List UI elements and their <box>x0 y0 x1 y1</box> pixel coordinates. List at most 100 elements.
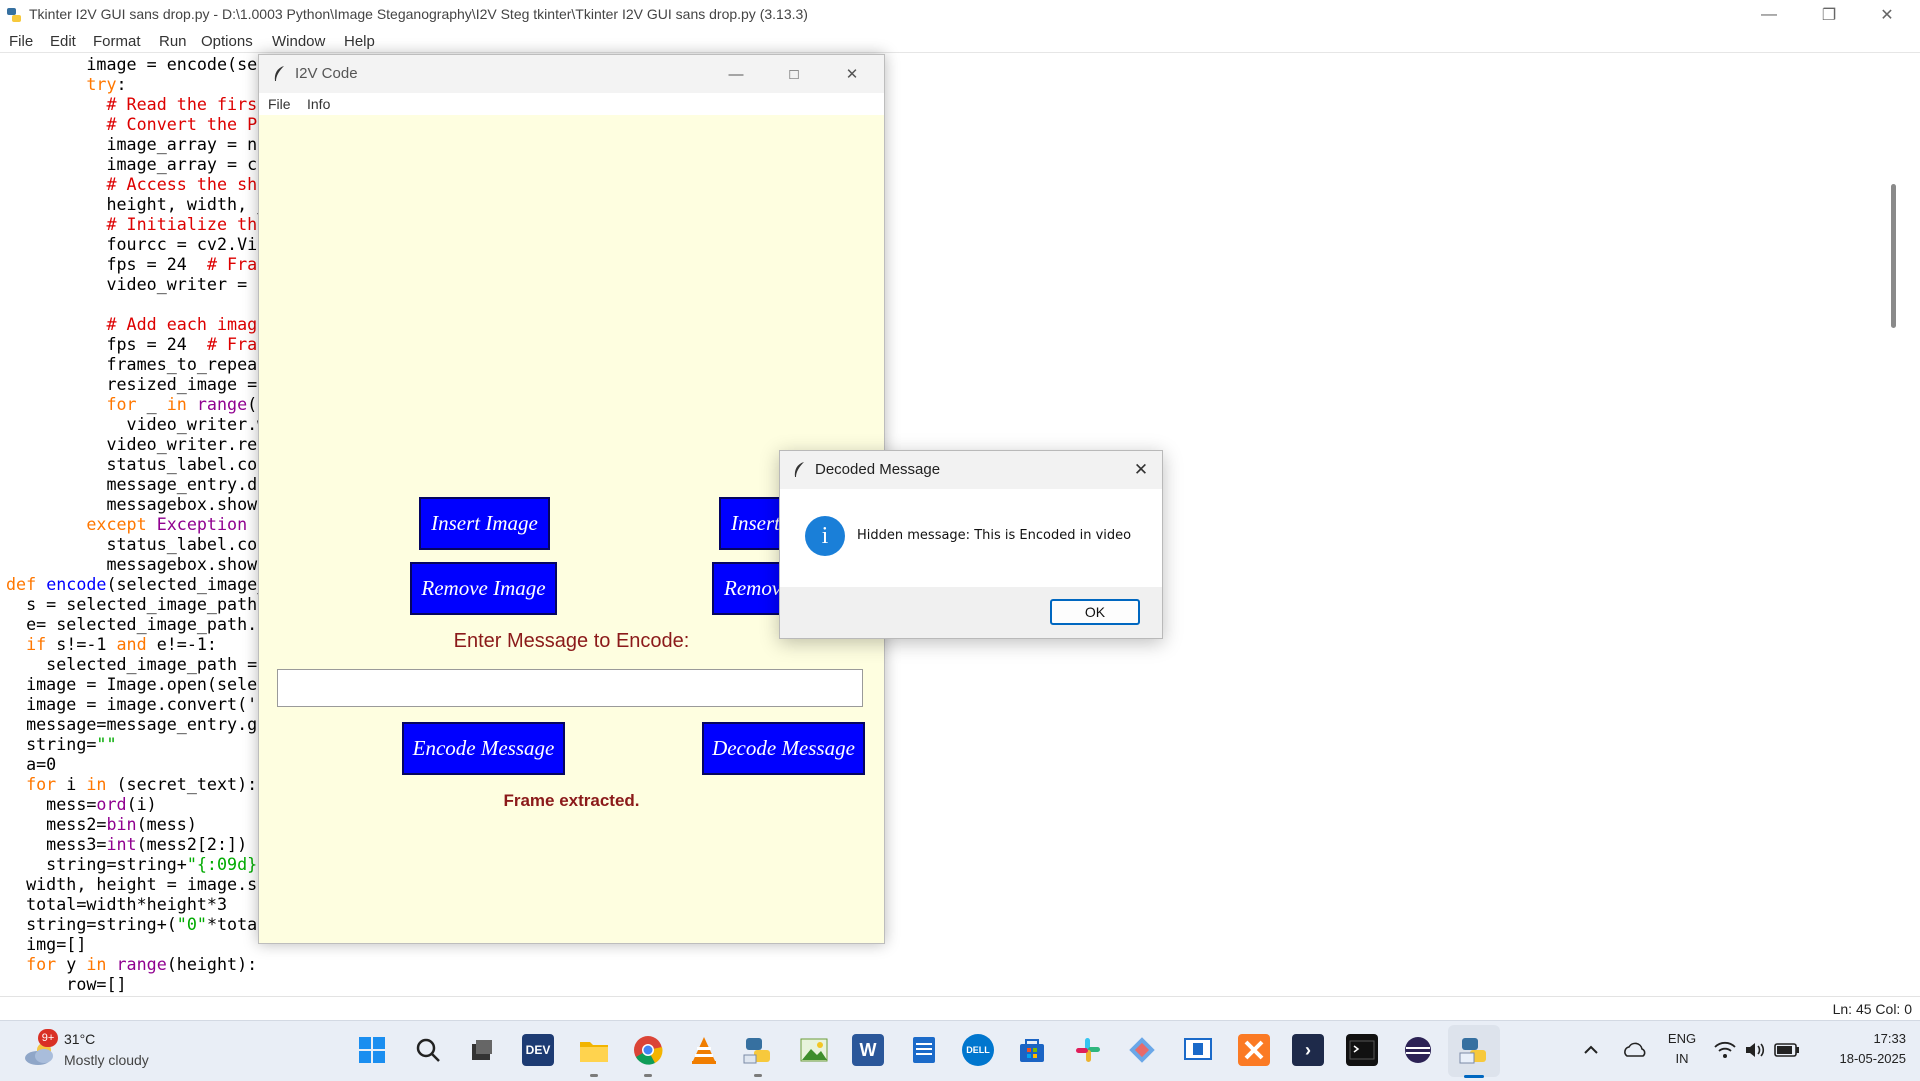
powershell-icon[interactable]: › <box>1292 1034 1324 1066</box>
git-icon[interactable] <box>1126 1034 1158 1066</box>
code-line[interactable]: string="" <box>6 734 267 754</box>
code-line[interactable]: try: <box>6 74 267 94</box>
i2v-close-button[interactable]: ✕ <box>823 55 881 93</box>
code-line[interactable]: img=[] <box>6 934 267 954</box>
onedrive-sync-icon[interactable] <box>1620 1034 1650 1066</box>
code-line[interactable]: mess2=bin(mess) <box>6 814 267 834</box>
weather-temp[interactable]: 31°C <box>64 1031 95 1047</box>
menu-file[interactable]: File <box>9 33 33 50</box>
close-button[interactable]: ✕ <box>1858 0 1916 30</box>
code-line[interactable]: string=string+"{:09d} <box>6 854 267 874</box>
menu-edit[interactable]: Edit <box>50 33 76 50</box>
code-line[interactable]: width, height = image.si <box>6 874 267 894</box>
code-line[interactable]: image = Image.open(sele <box>6 674 267 694</box>
code-line[interactable]: for y in range(height): <box>6 954 267 974</box>
volume-icon[interactable] <box>1742 1034 1768 1066</box>
show-hidden-icons-icon[interactable] <box>1576 1034 1606 1066</box>
code-line[interactable]: message=message_entry.ge <box>6 714 267 734</box>
image-viewer-icon[interactable] <box>798 1034 830 1066</box>
clock-date[interactable]: 18-05-2025 <box>1810 1051 1907 1066</box>
wifi-icon[interactable] <box>1712 1034 1738 1066</box>
task-view-icon[interactable] <box>466 1034 498 1066</box>
clock-time[interactable]: 17:33 <box>1810 1031 1906 1046</box>
slack-icon[interactable] <box>1072 1034 1104 1066</box>
code-line[interactable]: mess=ord(i) <box>6 794 267 814</box>
message-entry[interactable] <box>277 669 863 707</box>
menu-run[interactable]: Run <box>159 33 187 50</box>
code-line[interactable]: total=width*height*3 <box>6 894 267 914</box>
eclipse-icon[interactable] <box>1402 1034 1434 1066</box>
battery-icon[interactable] <box>1772 1034 1802 1066</box>
code-line[interactable]: # Access the sha <box>6 174 267 194</box>
notepad-icon[interactable] <box>908 1034 940 1066</box>
code-line[interactable] <box>6 294 267 314</box>
code-line[interactable]: a=0 <box>6 754 267 774</box>
code-line[interactable]: status_label.con <box>6 454 267 474</box>
code-line[interactable]: # Convert the P <box>6 114 267 134</box>
weather-description[interactable]: Mostly cloudy <box>64 1052 149 1068</box>
code-line[interactable]: for i in (secret_text): <box>6 774 267 794</box>
code-text[interactable]: image = encode(se try: # Read the firs #… <box>6 54 267 994</box>
remove-image-button[interactable]: Remove Image <box>410 562 557 615</box>
code-line[interactable]: def encode(selected_image_ <box>6 574 267 594</box>
dialog-close-button[interactable]: ✕ <box>1126 455 1156 485</box>
microsoft-store-icon[interactable] <box>1016 1034 1048 1066</box>
vlc-icon[interactable] <box>688 1034 720 1066</box>
terminal-icon[interactable] <box>1346 1034 1378 1066</box>
code-line[interactable]: if s!=-1 and e!=-1: <box>6 634 267 654</box>
language-code[interactable]: ENG <box>1665 1031 1699 1046</box>
dell-icon[interactable]: DELL <box>962 1034 994 1066</box>
code-line[interactable]: image_array = cv <box>6 154 267 174</box>
code-line[interactable]: for _ in range( <box>6 394 267 414</box>
vertical-scrollbar[interactable] <box>1891 184 1896 328</box>
code-line[interactable]: video_writer.rel <box>6 434 267 454</box>
code-line[interactable]: fps = 24 # Fra <box>6 334 267 354</box>
code-line[interactable]: image = image.convert(' <box>6 694 267 714</box>
search-icon[interactable] <box>412 1034 444 1066</box>
code-line[interactable]: resized_image = <box>6 374 267 394</box>
menu-window[interactable]: Window <box>272 33 325 50</box>
menu-options[interactable]: Options <box>201 33 253 50</box>
code-line[interactable]: mess3=int(mess2[2:]) <box>6 834 267 854</box>
code-line[interactable]: status_label.con <box>6 534 267 554</box>
i2v-menu-info[interactable]: Info <box>307 96 330 112</box>
code-line[interactable]: frames_to_repeat <box>6 354 267 374</box>
minimize-button[interactable]: — <box>1740 0 1798 30</box>
code-line[interactable]: e= selected_image_path. <box>6 614 267 634</box>
code-line[interactable]: s = selected_image_path <box>6 594 267 614</box>
restore-button[interactable]: ❐ <box>1800 0 1858 30</box>
code-line[interactable]: fourcc = cv2.Vid <box>6 234 267 254</box>
code-line[interactable]: selected_image_path = <box>6 654 267 674</box>
menu-help[interactable]: Help <box>344 33 375 50</box>
code-line[interactable]: string=string+("0"*tota <box>6 914 267 934</box>
python-idle-icon[interactable] <box>742 1034 774 1066</box>
remove-video-button[interactable]: Remov <box>712 562 789 615</box>
code-line[interactable]: messagebox.showe <box>6 554 267 574</box>
code-line[interactable]: image_array = nj <box>6 134 267 154</box>
code-line[interactable]: fps = 24 # Fra <box>6 254 267 274</box>
i2v-menu-file[interactable]: File <box>268 96 291 112</box>
code-line[interactable]: messagebox.showi <box>6 494 267 514</box>
word-icon[interactable]: W <box>852 1034 884 1066</box>
code-line[interactable]: video_writer = c <box>6 274 267 294</box>
decode-message-button[interactable]: Decode Message <box>702 722 865 775</box>
file-explorer-icon[interactable] <box>578 1034 610 1066</box>
python-active-icon[interactable] <box>1458 1034 1490 1066</box>
code-line[interactable]: # Initialize the <box>6 214 267 234</box>
code-line[interactable]: # Add each image <box>6 314 267 334</box>
i2v-minimize-button[interactable]: — <box>707 55 765 93</box>
insert-image-button[interactable]: Insert Image <box>419 497 550 550</box>
xampp-icon[interactable] <box>1238 1034 1270 1066</box>
menu-format[interactable]: Format <box>93 33 141 50</box>
code-line[interactable]: height, width, _ <box>6 194 267 214</box>
code-line[interactable]: video_writer.w <box>6 414 268 434</box>
dev-home-icon[interactable]: DEV <box>522 1034 554 1066</box>
code-line[interactable]: row=[] <box>6 974 267 994</box>
chrome-icon[interactable] <box>632 1034 664 1066</box>
encode-message-button[interactable]: Encode Message <box>402 722 565 775</box>
code-line[interactable]: message_entry.de <box>6 474 267 494</box>
code-line[interactable]: except Exception a <box>6 514 267 534</box>
code-line[interactable]: # Read the firs <box>6 94 267 114</box>
i2v-maximize-button[interactable]: □ <box>765 55 823 93</box>
ok-button[interactable]: OK <box>1050 599 1140 625</box>
